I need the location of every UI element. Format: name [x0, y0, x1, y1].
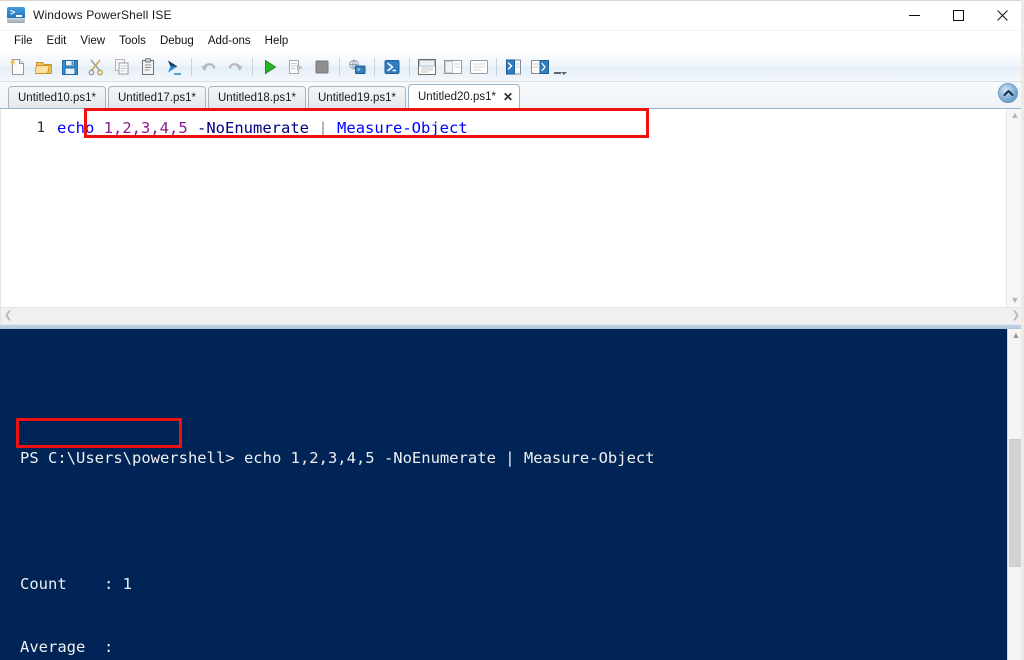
console-prompt-line: PS C:\Users\powershell> echo 1,2,3,4,5 -… — [20, 449, 655, 467]
new-remote-powershell-tab-icon[interactable]: > — [344, 54, 370, 80]
toolbar-separator — [191, 57, 192, 76]
titlebar-accent — [0, 0, 1024, 1]
run-selection-icon[interactable] — [283, 54, 309, 80]
open-script-icon[interactable] — [31, 54, 57, 80]
scroll-up-icon[interactable]: ▲ — [1011, 111, 1020, 120]
menu-item-view[interactable]: View — [73, 32, 112, 50]
token-numbers: 1,2,3,4,5 — [103, 119, 188, 137]
window-controls — [892, 0, 1024, 31]
minimize-button[interactable] — [892, 0, 936, 31]
script-tab-untitled20[interactable]: Untitled20.ps1* ✕ — [408, 84, 521, 108]
paste-icon[interactable] — [135, 54, 161, 80]
show-script-pane-top-icon[interactable] — [414, 54, 440, 80]
code-text[interactable]: echo 1,2,3,4,5 -NoEnumerate | Measure-Ob… — [57, 117, 468, 139]
script-tab-strip: Untitled10.ps1* Untitled17.ps1* Untitled… — [0, 82, 1024, 109]
scroll-up-icon[interactable]: ▲ — [1012, 331, 1021, 340]
menu-item-edit[interactable]: Edit — [40, 32, 74, 50]
script-tab-label: Untitled20.ps1* — [418, 90, 496, 103]
token-cmdlet: Measure-Object — [337, 119, 468, 137]
powershell-ise-window: > Windows PowerShell ISE File Edit View … — [0, 0, 1024, 660]
toolbar-separator — [496, 57, 497, 76]
script-tab-untitled10[interactable]: Untitled10.ps1* — [8, 86, 106, 108]
script-pane[interactable]: 1 echo 1,2,3,4,5 -NoEnumerate | Measure-… — [0, 109, 1024, 307]
token-command: echo — [57, 119, 95, 137]
script-pane-horizontal-scrollbar[interactable]: ❮ ❯ — [0, 307, 1024, 324]
powershell-ise-icon: > — [6, 5, 26, 25]
scroll-left-icon[interactable]: ❮ — [4, 311, 12, 321]
script-tab-untitled17[interactable]: Untitled17.ps1* — [108, 86, 206, 108]
redo-icon[interactable] — [222, 54, 248, 80]
menu-item-help[interactable]: Help — [258, 32, 296, 50]
show-command-add-on-icon[interactable] — [501, 54, 527, 80]
script-tab-untitled18[interactable]: Untitled18.ps1* — [208, 86, 306, 108]
save-icon[interactable] — [57, 54, 83, 80]
cut-icon[interactable] — [83, 54, 109, 80]
toolbar: > — [0, 52, 1024, 82]
toolbar-separator — [374, 57, 375, 76]
run-script-icon[interactable] — [257, 54, 283, 80]
new-script-icon[interactable] — [5, 54, 31, 80]
title-bar: > Windows PowerShell ISE — [0, 0, 1024, 31]
show-script-pane-right-icon[interactable] — [440, 54, 466, 80]
code-line-1[interactable]: 1 echo 1,2,3,4,5 -NoEnumerate | Measure-… — [1, 117, 1006, 139]
menu-item-debug[interactable]: Debug — [153, 32, 201, 50]
script-tab-label: Untitled10.ps1* — [18, 91, 96, 104]
maximize-button[interactable] — [936, 0, 980, 31]
new-powershell-tab-icon[interactable] — [379, 54, 405, 80]
menu-item-add-ons[interactable]: Add-ons — [201, 32, 258, 50]
toolbar-overflow-icon[interactable] — [553, 54, 567, 80]
clear-console-icon[interactable] — [161, 54, 187, 80]
toolbar-separator — [409, 57, 410, 76]
console-output[interactable]: PS C:\Users\powershell> echo 1,2,3,4,5 -… — [0, 329, 1007, 660]
script-tab-label: Untitled17.ps1* — [118, 91, 196, 104]
token-pipe: | — [318, 119, 328, 137]
scroll-down-icon[interactable]: ▼ — [1011, 296, 1020, 305]
menu-item-tools[interactable]: Tools — [112, 32, 153, 50]
menu-item-file[interactable]: File — [7, 32, 40, 50]
console-output-count: Count : 1 — [20, 575, 132, 593]
script-editor[interactable]: 1 echo 1,2,3,4,5 -NoEnumerate | Measure-… — [1, 109, 1006, 307]
console-output-average: Average : — [20, 638, 114, 656]
chevron-up-icon[interactable] — [998, 83, 1018, 103]
scroll-right-icon[interactable]: ❯ — [1012, 311, 1020, 321]
svg-text:>: > — [357, 66, 361, 73]
line-number: 1 — [36, 120, 45, 136]
toolbar-separator — [252, 57, 253, 76]
script-tab-label: Untitled18.ps1* — [218, 91, 296, 104]
undo-icon[interactable] — [196, 54, 222, 80]
stop-operation-icon[interactable] — [309, 54, 335, 80]
copy-icon[interactable] — [109, 54, 135, 80]
close-button[interactable] — [980, 0, 1024, 31]
token-parameter: -NoEnumerate — [197, 119, 309, 137]
window-title: Windows PowerShell ISE — [33, 8, 172, 22]
show-command-pane-icon[interactable] — [527, 54, 553, 80]
toolbar-separator — [339, 57, 340, 76]
console-pane[interactable]: PS C:\Users\powershell> echo 1,2,3,4,5 -… — [0, 329, 1024, 660]
menu-bar: File Edit View Tools Debug Add-ons Help — [0, 31, 1024, 52]
script-tab-untitled19[interactable]: Untitled19.ps1* — [308, 86, 406, 108]
show-script-pane-maximized-icon[interactable] — [466, 54, 492, 80]
script-tab-label: Untitled19.ps1* — [318, 91, 396, 104]
close-icon[interactable]: ✕ — [503, 91, 513, 103]
